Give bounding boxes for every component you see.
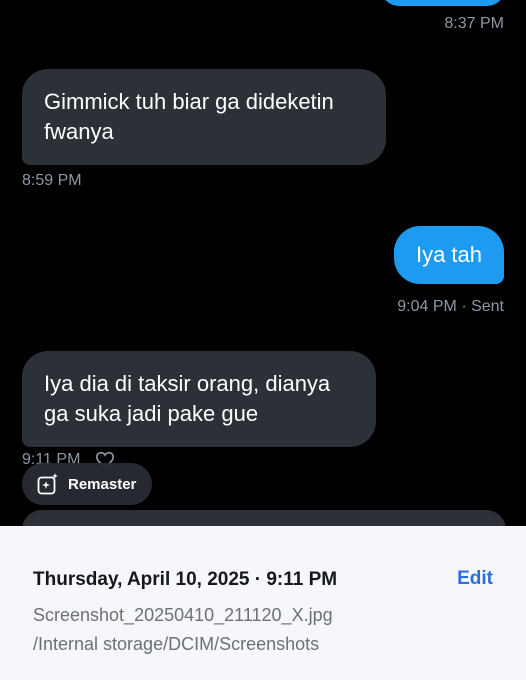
remaster-label: Remaster [68, 475, 137, 493]
received-message-bubble[interactable]: Iya dia di taksir orang, dianya ga suka … [22, 351, 376, 447]
message-timestamp: 9:04 PM · Sent [397, 298, 504, 315]
message-text: Iya tah [415, 242, 482, 267]
sparkle-image-icon [37, 473, 58, 495]
message-text: Gimmick tuh biar ga dideketin fwanya [44, 89, 334, 144]
sent-bubble-partial[interactable] [381, 0, 505, 6]
received-message-bubble[interactable]: Gimmick tuh biar ga dideketin fwanya [22, 69, 386, 165]
image-details-panel: Thursday, April 10, 2025 · 9:11 PM Edit … [0, 526, 526, 680]
edit-button[interactable]: Edit [457, 568, 493, 590]
sent-message-bubble[interactable]: Iya tah [393, 226, 504, 284]
date-time-label: Thursday, April 10, 2025 · 9:11 PM [33, 569, 338, 590]
file-name: Screenshot_20250410_211120_X.jpg [33, 605, 333, 625]
message-text: Iya dia di taksir orang, dianya ga suka … [44, 371, 331, 426]
received-bubble-partial[interactable] [22, 510, 506, 526]
message-timestamp: 8:59 PM [22, 172, 82, 189]
file-path: /Internal storage/DCIM/Screenshots [33, 634, 320, 654]
remaster-button[interactable]: Remaster [22, 463, 152, 505]
chat-area: 8:37 PM Gimmick tuh biar ga dideketin fw… [0, 0, 526, 526]
message-timestamp: 8:37 PM [444, 15, 504, 32]
